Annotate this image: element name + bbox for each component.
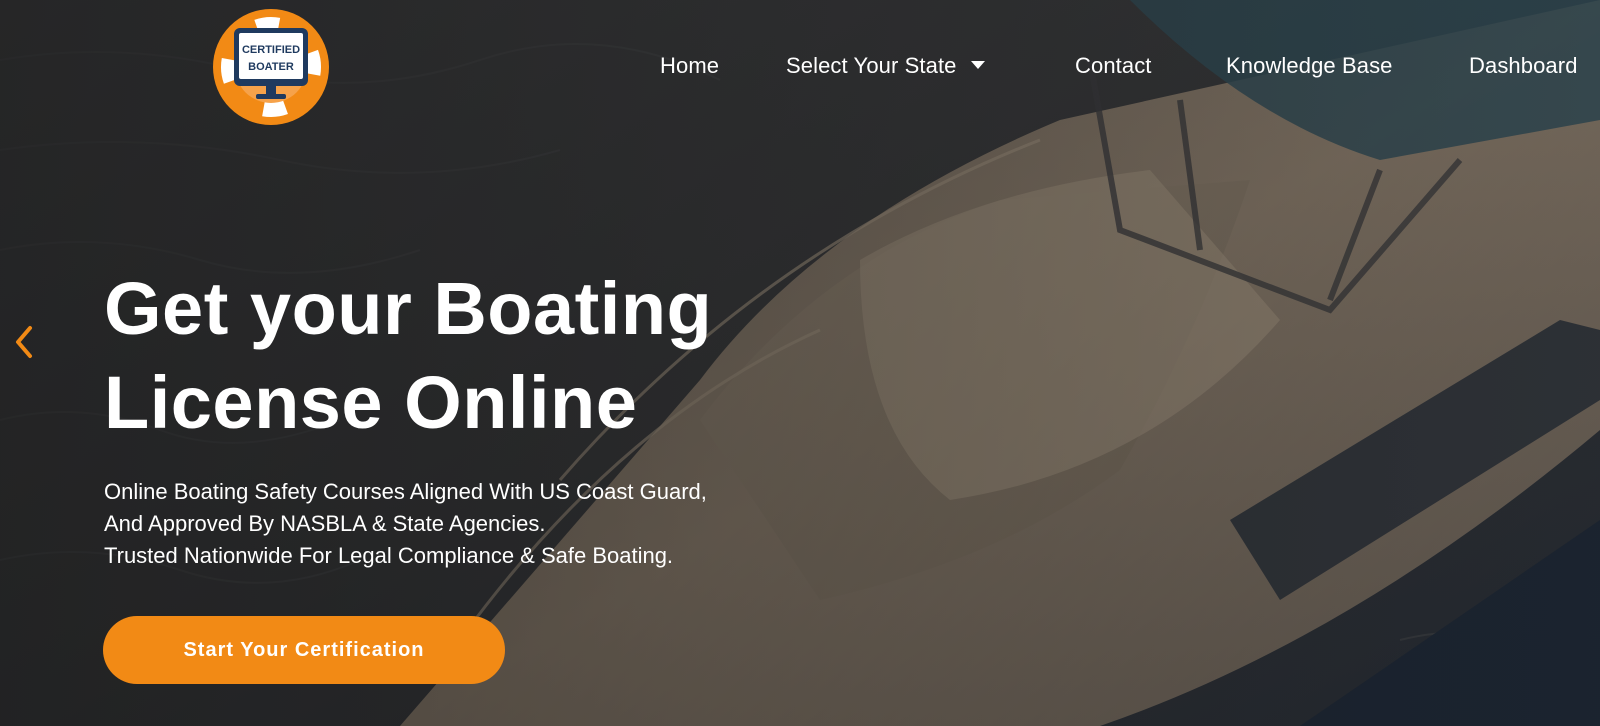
nav-home-link[interactable]: Home bbox=[660, 50, 719, 82]
nav-dashboard-link[interactable]: Dashboard bbox=[1469, 50, 1578, 82]
nav-select-state-dropdown[interactable]: Select Your State bbox=[786, 50, 985, 82]
hero-section: CERTIFIED BOATER Home Select Your State … bbox=[0, 0, 1600, 726]
start-certification-button[interactable]: Start Your Certification bbox=[103, 616, 505, 684]
headline-line-1: Get your Boating bbox=[104, 267, 713, 350]
slider-prev-button[interactable] bbox=[12, 324, 36, 360]
chevron-left-icon bbox=[16, 326, 32, 358]
nav-contact-link[interactable]: Contact bbox=[1075, 50, 1152, 82]
nav-select-state-label: Select Your State bbox=[786, 53, 957, 78]
headline-line-2: License Online bbox=[104, 361, 638, 444]
hero-subtext: Online Boating Safety Courses Aligned Wi… bbox=[104, 476, 864, 572]
main-nav: Home Select Your State Contact Knowledge… bbox=[0, 50, 1600, 82]
nav-knowledge-base-link[interactable]: Knowledge Base bbox=[1226, 50, 1393, 82]
subtext-line-3: Trusted Nationwide For Legal Compliance … bbox=[104, 543, 674, 568]
caret-down-icon bbox=[970, 61, 985, 70]
subtext-line-2: And Approved By NASBLA & State Agencies. bbox=[104, 511, 546, 536]
hero-headline: Get your Boating License Online bbox=[104, 262, 824, 450]
subtext-line-1: Online Boating Safety Courses Aligned Wi… bbox=[104, 479, 707, 504]
